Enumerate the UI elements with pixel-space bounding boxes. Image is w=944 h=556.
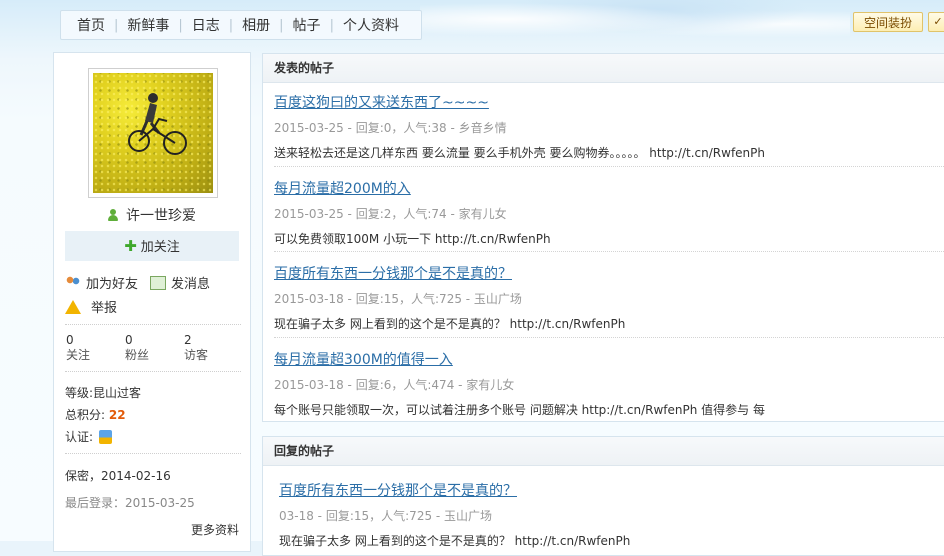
divider [65,324,241,325]
profile-sidebar: 许一世珍爱 ✚ 加关注 加为好友 发消息 举报 0 关注 0 粉丝 2 访客 等级… [53,52,251,552]
post-title[interactable]: 百度所有东西一分钱那个是不是真的？ [274,266,512,282]
posted-threads-panel: 发表的帖子 百度这狗曰的又来送东西了~~~~ 2015-03-25 - 回复:0… [262,53,944,422]
post-item: 百度这狗曰的又来送东西了~~~~ 2015-03-25 - 回复:0，人气:38… [274,92,944,161]
header-decoration [420,0,850,48]
nav-home[interactable]: 首页 [77,15,105,35]
level-label: 等级: [65,386,94,400]
plus-icon: ✚ [124,237,137,255]
post-meta: 2015-03-25 - 回复:2，人气:74 - 家有儿女 [274,207,507,221]
decorate-extra-button[interactable]: ✓ [928,12,944,32]
friends-icon [65,276,81,290]
nav-separator: | [329,17,334,33]
post-divider [274,166,944,167]
stat-fans[interactable]: 0 粉丝 [125,333,149,363]
post-excerpt: 现在骗子太多 网上看到的这个是不是真的？ http://t.cn/RwfenPh [274,317,626,331]
nav-news[interactable]: 新鲜事 [127,15,169,35]
post-meta: 2015-03-18 - 回复:15，人气:725 - 玉山广场 [274,292,522,306]
username[interactable]: 许一世珍爱 [126,208,196,224]
report-label: 举报 [91,301,118,316]
divider [65,453,241,454]
privacy-row: 保密，2014-02-16 [65,469,171,483]
cyclist-figure [128,93,187,155]
level-row: 等级:昆山过客 [65,384,141,401]
post-meta: 2015-03-18 - 回复:6，人气:474 - 家有儿女 [274,378,515,392]
replied-threads-panel: 回复的帖子 百度所有东西一分钱那个是不是真的？ 03-18 - 回复:15，人气… [262,436,944,556]
points-value: 22 [108,408,126,422]
post-divider [274,251,944,252]
stat-value: 2 [184,333,192,347]
points-label: 总积分: [65,408,106,422]
message-icon [150,276,166,290]
nav-separator: | [228,17,234,33]
stat-following[interactable]: 0 关注 [66,333,90,363]
avatar [93,73,213,193]
panel-heading: 回复的帖子 [263,437,944,466]
nav-separator: | [178,17,183,33]
post-item: 每月流量超300M的值得一入 2015-03-18 - 回复:6，人气:474 … [274,349,944,418]
top-nav: 首页 | 新鲜事 | 日志 | 相册 | 帖子 | 个人资料 [60,10,422,40]
send-message-button[interactable]: 发消息 [150,273,210,292]
post-divider [274,337,944,338]
space-decorate-button[interactable]: 空间装扮 [853,12,923,32]
stat-label: 粉丝 [125,348,150,362]
post-meta: 03-18 - 回复:15，人气:725 - 玉山广场 [279,509,493,523]
avatar-frame[interactable] [88,68,218,198]
panel-heading: 发表的帖子 [263,54,944,83]
nav-album[interactable]: 相册 [242,15,270,35]
nav-posts[interactable]: 帖子 [293,15,321,35]
nav-separator: | [279,17,284,33]
stat-visitors[interactable]: 2 访客 [184,333,208,363]
post-title[interactable]: 百度所有东西一分钱那个是不是真的？ [279,483,517,499]
send-message-label: 发消息 [171,277,211,292]
post-title[interactable]: 每月流量超300M的值得一入 [274,352,453,368]
post-item: 每月流量超200M的入 2015-03-25 - 回复:2，人气:74 - 家有… [274,178,944,247]
post-item: 百度所有东西一分钱那个是不是真的？ 03-18 - 回复:15，人气:725 -… [279,480,944,549]
post-item: 百度所有东西一分钱那个是不是真的？ 2015-03-18 - 回复:15，人气:… [274,263,944,332]
report-button[interactable]: 举报 [65,297,117,316]
post-title[interactable]: 百度这狗曰的又来送东西了~~~~ [274,95,489,111]
stat-label: 访客 [184,348,209,362]
post-excerpt: 每个账号只能领取一次，可以试着注册多个账号 问题解决 http://t.cn/R… [274,403,765,417]
stat-value: 0 [125,333,133,347]
verify-label: 认证: [65,430,94,444]
post-excerpt: 送来轻松去还是这几样东西 要么流量 要么手机外壳 要么购物券。。。。。 http… [274,146,765,160]
divider [65,371,241,372]
verify-row: 认证: [65,428,113,445]
more-info-link[interactable]: 更多资料 [191,521,239,538]
level-value: 昆山过客 [93,386,142,400]
add-friend-label: 加为好友 [86,277,139,292]
last-login-row: 最后登录：2015-03-25 [65,494,195,511]
user-icon [108,209,118,221]
follow-label: 加关注 [140,240,180,255]
nav-profile[interactable]: 个人资料 [343,15,399,35]
stat-label: 关注 [66,348,91,362]
warning-icon [65,300,81,314]
post-title[interactable]: 每月流量超200M的入 [274,181,411,197]
post-excerpt: 可以免费领取100M 小玩一下 http://t.cn/RwfenPh [274,232,551,246]
username-row: 许一世珍爱 [54,205,250,225]
last-login: 最后登录：2015-03-25 [65,496,195,510]
stat-value: 0 [66,333,74,347]
verify-badge-icon[interactable] [99,430,113,444]
post-meta: 2015-03-25 - 回复:0，人气:38 - 乡音乡情 [274,121,507,135]
add-friend-button[interactable]: 加为好友 [65,273,138,292]
points-row: 总积分: 22 [65,406,126,423]
follow-button[interactable]: ✚ 加关注 [65,231,239,261]
nav-blog[interactable]: 日志 [192,15,220,35]
nav-separator: | [114,17,119,33]
